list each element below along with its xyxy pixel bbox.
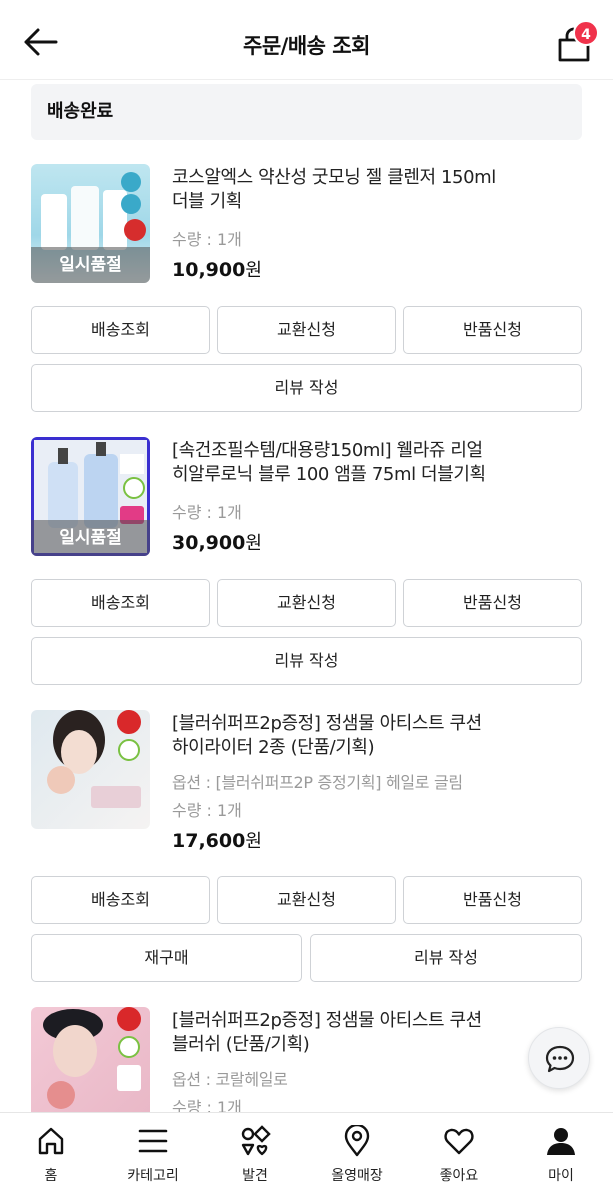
write-review-button[interactable]: 리뷰 작성 [310, 934, 582, 982]
write-review-button[interactable]: 리뷰 작성 [31, 364, 582, 412]
nav-category[interactable]: 카테고리 [102, 1113, 204, 1200]
product-title-line: 블러쉬 (단품/기획) [172, 1034, 310, 1055]
delivery-status-banner: 배송완료 [31, 84, 582, 140]
product-title-line: 코스알엑스 약산성 굿모닝 젤 클렌저 150ml [172, 167, 496, 188]
exchange-request-button[interactable]: 교환신청 [217, 306, 396, 354]
exchange-request-button[interactable]: 교환신청 [217, 876, 396, 924]
product-title[interactable]: 코스알엑스 약산성 굿모닝 젤 클렌저 150ml 더블 기획 [172, 166, 572, 214]
product-thumbnail[interactable]: 일시품절 [31, 437, 150, 556]
nav-my[interactable]: 마이 [510, 1113, 612, 1200]
currency: 원 [245, 533, 262, 554]
price-value: 10,900 [172, 259, 246, 281]
sold-out-overlay: 일시품절 [31, 520, 150, 556]
price: 10,900원 [172, 256, 262, 282]
price: 17,600원 [172, 827, 262, 853]
product-thumbnail[interactable] [31, 1007, 150, 1112]
quantity: 수량 : 1개 [172, 503, 242, 522]
price: 30,900원 [172, 529, 262, 555]
bottom-navigation: 홈 카테고리 발견 올영매장 좋아요 마이 [0, 1112, 613, 1200]
chat-bubble-icon [545, 1045, 575, 1073]
exchange-request-button[interactable]: 교환신청 [217, 579, 396, 627]
track-delivery-button[interactable]: 배송조회 [31, 579, 210, 627]
nav-discover[interactable]: 발견 [204, 1113, 306, 1200]
quantity: 수량 : 1개 [172, 801, 242, 820]
menu-icon [138, 1129, 168, 1153]
nav-label: 마이 [548, 1168, 574, 1184]
reorder-button[interactable]: 재구매 [31, 934, 302, 982]
nav-home[interactable]: 홈 [0, 1113, 102, 1200]
product-title-line: [블러쉬퍼프2p증정] 정샘물 아티스트 쿠션 [172, 713, 482, 734]
product-title-line: [속건조필수템/대용량150ml] 웰라쥬 리얼 [172, 440, 483, 461]
heart-icon [444, 1128, 474, 1155]
currency: 원 [245, 831, 262, 852]
page-title: 주문/배송 조회 [243, 34, 370, 58]
product-title-line: 하이라이터 2종 (단품/기획) [172, 737, 375, 758]
cart-count-badge: 4 [573, 20, 599, 46]
return-request-button[interactable]: 반품신청 [403, 306, 582, 354]
nav-label: 올영매장 [331, 1168, 383, 1184]
quantity: 수량 : 1개 [172, 230, 242, 249]
nav-label: 카테고리 [127, 1168, 179, 1184]
currency: 원 [245, 260, 262, 281]
location-pin-icon [344, 1125, 370, 1157]
product-title-line: 히알루로닉 블루 100 앰플 75ml 더블기획 [172, 464, 486, 485]
product-title-line: 더블 기획 [172, 191, 242, 212]
price-value: 17,600 [172, 830, 246, 852]
app-header: 주문/배송 조회 4 [0, 0, 613, 80]
product-image [43, 1007, 141, 1109]
nav-label: 발견 [242, 1168, 268, 1184]
product-title[interactable]: [블러쉬퍼프2p증정] 정샘물 아티스트 쿠션 블러쉬 (단품/기획) [172, 1009, 572, 1057]
nav-label: 홈 [44, 1168, 58, 1184]
product-thumbnail[interactable]: 일시품절 [31, 164, 150, 283]
product-image [47, 710, 141, 808]
nav-likes[interactable]: 좋아요 [408, 1113, 510, 1200]
user-icon [547, 1128, 575, 1155]
option: 옵션 : 코랄헤일로 [172, 1070, 288, 1089]
home-icon [38, 1127, 64, 1155]
write-review-button[interactable]: 리뷰 작성 [31, 637, 582, 685]
chat-button[interactable] [528, 1027, 590, 1089]
track-delivery-button[interactable]: 배송조회 [31, 876, 210, 924]
sold-out-overlay: 일시품절 [31, 247, 150, 283]
track-delivery-button[interactable]: 배송조회 [31, 306, 210, 354]
option: 옵션 : [블러쉬퍼프2P 증정기획] 헤일로 글림 [172, 773, 463, 792]
price-value: 30,900 [172, 532, 246, 554]
product-thumbnail[interactable] [31, 710, 150, 829]
product-title[interactable]: [속건조필수템/대용량150ml] 웰라쥬 리얼 히알루로닉 블루 100 앰플… [172, 439, 572, 487]
return-request-button[interactable]: 반품신청 [403, 876, 582, 924]
return-request-button[interactable]: 반품신청 [403, 579, 582, 627]
nav-store[interactable]: 올영매장 [306, 1113, 408, 1200]
discover-icon [241, 1125, 271, 1156]
product-title[interactable]: [블러쉬퍼프2p증정] 정샘물 아티스트 쿠션 하이라이터 2종 (단품/기획) [172, 712, 572, 760]
nav-label: 좋아요 [439, 1168, 479, 1184]
product-title-line: [블러쉬퍼프2p증정] 정샘물 아티스트 쿠션 [172, 1010, 482, 1031]
